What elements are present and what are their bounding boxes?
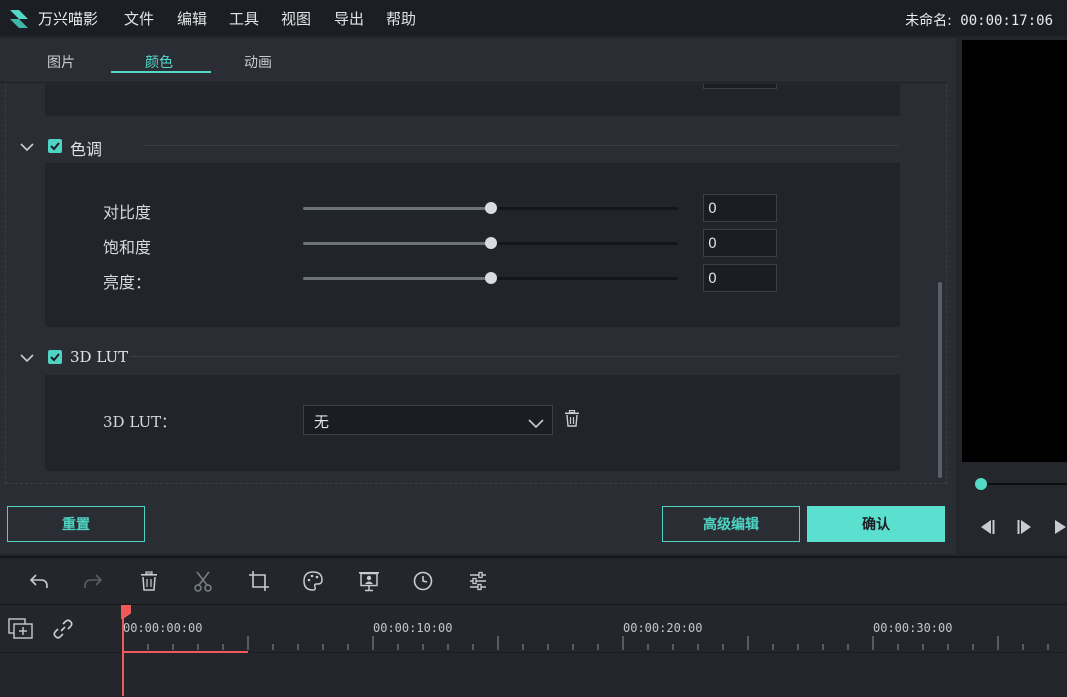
preview-screen [962, 40, 1067, 462]
contrast-label: 对比度 [103, 203, 152, 222]
previous-value-input[interactable] [703, 84, 777, 89]
lut-selected-value: 无 [314, 413, 330, 431]
menu-help[interactable]: 帮助 [386, 8, 416, 29]
undo-icon[interactable] [28, 570, 50, 592]
lut-label: 3D LUT： [103, 413, 177, 431]
active-tab-indicator [111, 71, 211, 73]
saturation-input[interactable]: 0 [703, 229, 777, 257]
tabs-divider [0, 82, 947, 83]
greenscreen-icon[interactable] [358, 570, 380, 592]
contrast-slider-thumb[interactable] [485, 202, 497, 214]
ruler-label: 00:00:30:00 [873, 621, 953, 635]
cut-icon[interactable] [192, 570, 214, 592]
project-title: 未命名: 00:00:17:06 [905, 10, 1053, 30]
section-divider [143, 145, 899, 146]
color-icon[interactable] [302, 570, 324, 592]
ruler-label: 00:00:20:00 [623, 621, 703, 635]
menu-view[interactable]: 视图 [281, 8, 311, 29]
redo-icon[interactable] [82, 570, 104, 592]
speed-icon[interactable] [412, 570, 434, 592]
crop-icon[interactable] [248, 570, 270, 592]
playhead[interactable] [122, 606, 124, 696]
tab-image[interactable]: 图片 [47, 52, 75, 72]
project-name: 未命名: [905, 13, 952, 29]
timeline-ruler[interactable] [0, 634, 1067, 652]
delete-icon[interactable] [138, 570, 160, 592]
step-back-icon[interactable] [978, 518, 996, 540]
brightness-slider-fill [303, 277, 491, 280]
project-duration: 00:00:17:06 [960, 13, 1053, 29]
advanced-edit-button[interactable]: 高级编辑 [662, 506, 800, 542]
timeline-played-range [122, 651, 248, 653]
menu-export[interactable]: 导出 [334, 8, 364, 29]
brightness-slider-thumb[interactable] [485, 272, 497, 284]
check-icon [50, 353, 60, 362]
chevron-down-icon[interactable] [20, 350, 34, 364]
check-icon [50, 142, 60, 151]
timeline-toolbar [0, 556, 1067, 606]
preview-progress-knob[interactable] [975, 478, 987, 490]
chevron-down-icon [528, 414, 544, 433]
saturation-slider-thumb[interactable] [485, 237, 497, 249]
lut-section-title: 3D LUT [70, 348, 129, 366]
menu-file[interactable]: 文件 [124, 8, 154, 29]
lut-checkbox[interactable] [48, 350, 62, 364]
trash-icon[interactable] [564, 409, 580, 431]
scrollbar-thumb[interactable] [938, 282, 942, 478]
confirm-button[interactable]: 确认 [807, 506, 945, 542]
lut-select[interactable]: 无 [303, 405, 553, 435]
saturation-slider-fill [303, 242, 491, 245]
saturation-label: 饱和度 [103, 238, 152, 257]
step-forward-icon[interactable] [1016, 518, 1034, 540]
app-name: 万兴喵影 [38, 10, 99, 28]
contrast-slider-fill [303, 207, 491, 210]
play-icon[interactable] [1054, 518, 1067, 540]
ruler-label: 00:00:00:00 [123, 621, 203, 635]
tone-section-title: 色调 [70, 140, 103, 159]
tab-color[interactable]: 颜色 [145, 52, 173, 72]
preview-progress-track[interactable] [982, 483, 1067, 485]
chevron-down-icon[interactable] [20, 139, 34, 153]
tone-checkbox[interactable] [48, 139, 62, 153]
tab-animation[interactable]: 动画 [244, 52, 272, 72]
menu-edit[interactable]: 编辑 [177, 8, 207, 29]
section-divider [130, 356, 899, 357]
logo-icon [8, 7, 30, 29]
contrast-input[interactable]: 0 [703, 194, 777, 222]
ruler-label: 00:00:10:00 [373, 621, 453, 635]
menu-tools[interactable]: 工具 [229, 8, 259, 29]
adjust-icon[interactable] [467, 570, 489, 592]
brightness-input[interactable]: 0 [703, 264, 777, 292]
brightness-label: 亮度： [103, 273, 152, 292]
reset-button[interactable]: 重置 [7, 506, 145, 542]
